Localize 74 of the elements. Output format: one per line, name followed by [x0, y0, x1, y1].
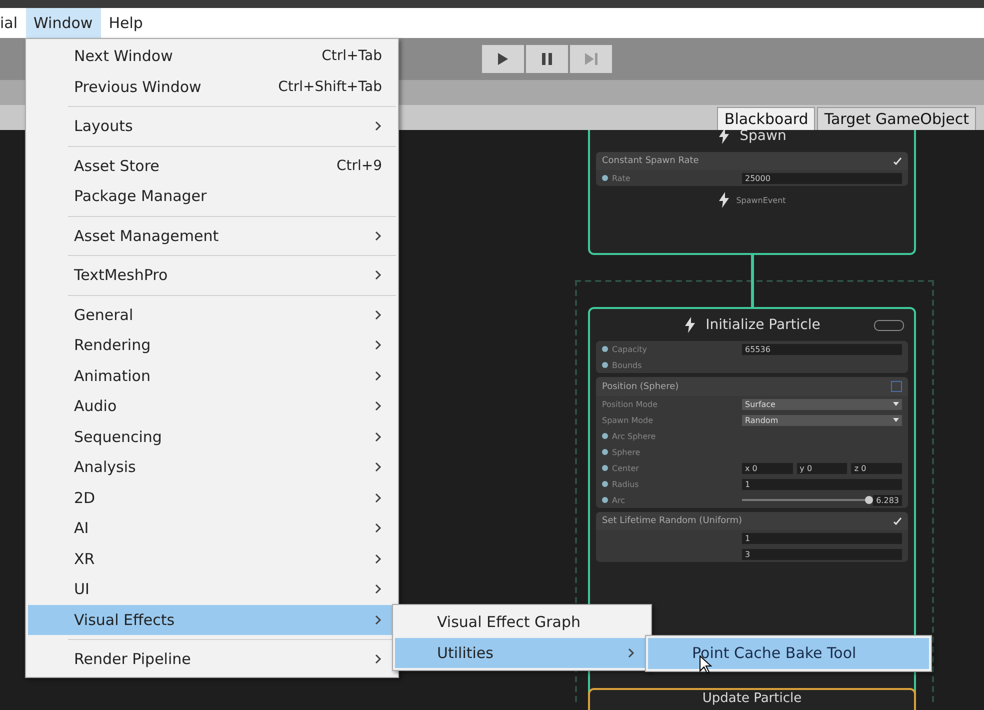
menu-item[interactable]: Window [26, 8, 101, 38]
menu-item[interactable]: Asset Management [28, 220, 396, 251]
menu-item[interactable]: Point Cache Bake Tool [648, 638, 929, 668]
property-label: Center [612, 464, 639, 472]
property-label: Bounds [612, 360, 642, 370]
property-label: Capacity [612, 344, 647, 354]
menu-item[interactable]: Help [100, 8, 151, 38]
value-field[interactable]: 1 [742, 532, 902, 544]
property-label: Spawn Mode [602, 416, 654, 424]
tab[interactable]: Blackboard [717, 107, 816, 130]
pause-button[interactable] [526, 45, 568, 73]
port-icon[interactable] [602, 481, 608, 487]
step-icon [584, 53, 598, 65]
menu-item[interactable]: General [28, 300, 396, 330]
port-icon[interactable] [602, 346, 608, 352]
property-label: Arc Sphere [612, 432, 656, 440]
menu-item[interactable]: Animation [28, 360, 396, 391]
node-title: Initialize Particle [706, 317, 820, 333]
menu-item[interactable]: AI [28, 513, 396, 544]
node-title: Update Particle [702, 691, 802, 706]
dropdown[interactable]: Surface [742, 398, 902, 410]
port-icon[interactable] [602, 465, 608, 471]
value-field[interactable]: 1 [742, 478, 902, 490]
pause-icon [541, 53, 553, 65]
value-field[interactable]: 25000 [742, 172, 902, 184]
value-field[interactable]: y 0 [796, 462, 848, 474]
toggle-icon[interactable] [891, 381, 902, 392]
menu-item[interactable]: Sequencing [28, 422, 396, 452]
slider-thumb[interactable] [865, 496, 874, 504]
caret-icon [893, 418, 899, 422]
value-field[interactable]: 65536 [742, 344, 902, 354]
block-title: Set Lifetime Random (Uniform) [602, 516, 742, 526]
menu-item[interactable]: UI [28, 574, 396, 604]
menu-item[interactable]: Render Pipeline [28, 644, 396, 674]
check-icon[interactable] [893, 156, 902, 166]
port-icon[interactable] [602, 175, 608, 181]
caret-icon [893, 402, 899, 406]
port-icon[interactable] [602, 433, 608, 439]
menu-item[interactable]: ial [0, 8, 26, 38]
menu-item[interactable]: TextMeshPro [28, 260, 396, 290]
block-title: Position (Sphere) [602, 382, 679, 392]
node-card[interactable]: Update Particle [588, 688, 916, 710]
menu-item[interactable]: Previous Window Ctrl+Shift+Tab [28, 72, 396, 102]
dropdown[interactable]: Random [742, 414, 902, 426]
lightning-icon [718, 192, 730, 208]
property-label: Arc [612, 496, 625, 504]
play-button[interactable] [482, 45, 524, 73]
value-field[interactable]: z 0 [851, 462, 902, 474]
lightning-icon [718, 130, 730, 144]
menu-item[interactable]: Analysis [28, 452, 396, 482]
menu-item[interactable]: Asset Store Ctrl+9 [28, 150, 396, 181]
badge-icon [874, 320, 904, 330]
property-label: Position Mode [602, 400, 658, 408]
value-field[interactable]: x 0 [742, 462, 793, 474]
tab[interactable]: Target GameObject [817, 107, 976, 130]
menu-item[interactable]: Rendering [28, 330, 396, 360]
property-label: Rate [612, 174, 630, 182]
play-icon [497, 53, 509, 65]
output-label: SpawnEvent [736, 196, 786, 204]
port-icon[interactable] [602, 449, 608, 455]
menu-item[interactable]: Audio [28, 391, 396, 422]
port-icon[interactable] [602, 497, 608, 503]
menu-item[interactable]: Layouts [28, 111, 396, 142]
value-field[interactable]: 6.283 [873, 494, 902, 506]
menu-item[interactable]: 2D [28, 482, 396, 513]
port-icon[interactable] [602, 362, 608, 368]
property-label: Radius [612, 480, 639, 488]
property-label: Sphere [612, 448, 640, 456]
lightning-icon [684, 317, 696, 333]
block-title: Constant Spawn Rate [602, 156, 699, 166]
check-icon[interactable] [893, 516, 902, 526]
value-field[interactable]: 3 [742, 548, 902, 560]
menu-item[interactable]: Package Manager [28, 181, 396, 212]
menu-item[interactable]: XR [28, 544, 396, 574]
